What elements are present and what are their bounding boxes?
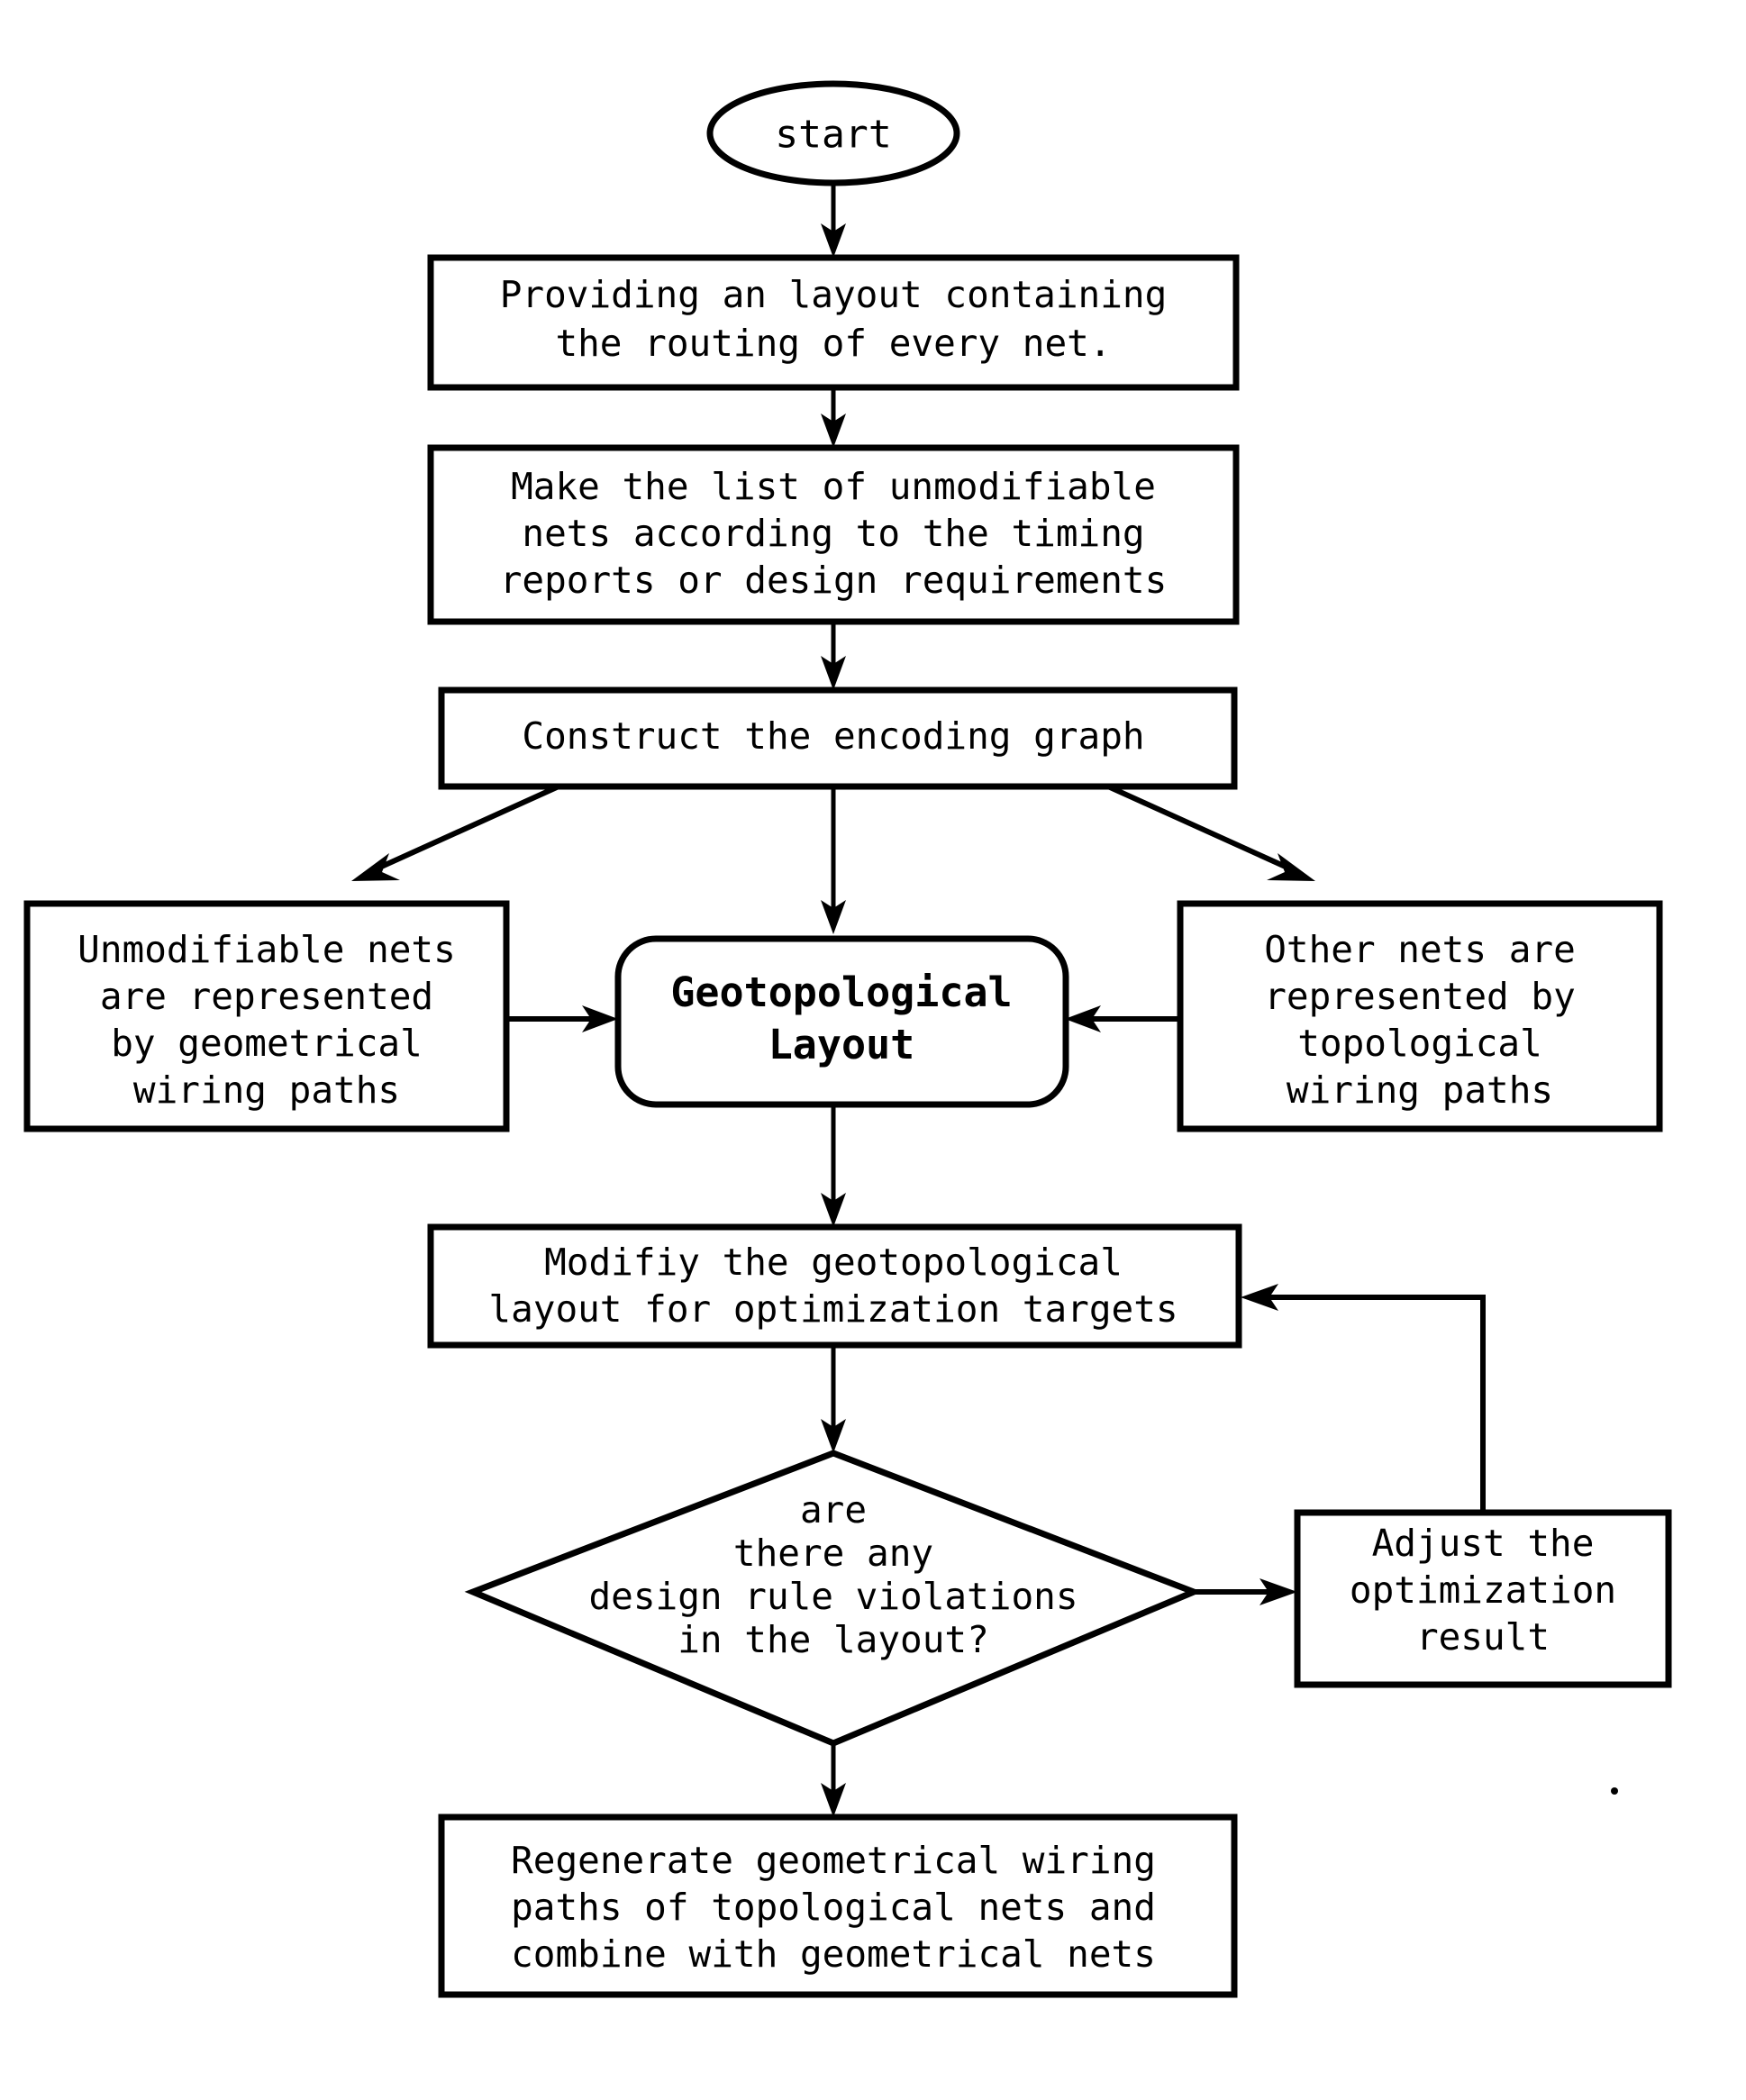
node-make-list-line-3: reports or design requirements [500, 559, 1168, 602]
node-construct-graph[interactable]: Construct the encoding graph [438, 686, 1238, 790]
node-geotopological-layout[interactable]: Geotopological Layout [614, 935, 1069, 1108]
edge-modify-to-decision [821, 1345, 846, 1453]
node-unmodifiable-nets-line-3: by geometrical [111, 1022, 423, 1065]
edge-construct-to-other [1106, 784, 1315, 881]
node-decision-drv-line-2: there any [733, 1532, 933, 1575]
node-regenerate-line-3: combine with geometrical nets [511, 1932, 1156, 1976]
node-unmodifiable-nets-line-1: Unmodifiable nets [77, 928, 456, 971]
node-geotopological-layout-line-2: Layout [768, 1021, 915, 1068]
edge-geotopological-to-modify [821, 1105, 846, 1227]
node-providing-layout[interactable]: Providing an layout containing the routi… [427, 254, 1240, 391]
node-make-list[interactable]: Make the list of unmodifiable nets accor… [427, 444, 1240, 625]
edge-decision-to-adjust [1194, 1578, 1297, 1605]
edge-construct-to-geotopological [821, 786, 846, 934]
node-construct-graph-label: Construct the encoding graph [522, 714, 1144, 758]
node-other-nets-line-3: topological [1297, 1022, 1542, 1065]
edge-providing-to-makelist [821, 387, 846, 448]
node-adjust-result-line-2: optimization [1350, 1568, 1616, 1612]
node-other-nets-line-2: represented by [1264, 975, 1576, 1018]
node-adjust-result-line-3: result [1416, 1615, 1550, 1659]
node-start-label: start [775, 113, 891, 158]
flowchart-svg: start Providing an layout containing the… [23, 80, 1672, 1998]
node-regenerate-line-1: Regenerate geometrical wiring [511, 1839, 1156, 1882]
node-other-nets-line-4: wiring paths [1287, 1068, 1553, 1112]
node-unmodifiable-nets[interactable]: Unmodifiable nets are represented by geo… [23, 900, 510, 1132]
node-adjust-result-line-1: Adjust the [1372, 1522, 1595, 1565]
node-modify-layout-line-2: layout for optimization targets [488, 1287, 1178, 1331]
node-make-list-line-2: nets according to the timing [522, 512, 1144, 555]
node-other-nets[interactable]: Other nets are represented by topologica… [1177, 900, 1663, 1132]
edge-other-to-geotopological [1065, 1005, 1180, 1032]
node-decision-drv-line-1: are [800, 1488, 867, 1532]
node-modify-layout[interactable]: Modifiy the geotopological layout for op… [427, 1223, 1242, 1349]
node-regenerate-line-2: paths of topological nets and [511, 1886, 1156, 1929]
node-unmodifiable-nets-line-4: wiring paths [133, 1068, 400, 1112]
stray-dot-mark [1611, 1787, 1618, 1795]
node-decision-drv[interactable]: are there any design rule violations in … [464, 1450, 1203, 1747]
edge-adjust-to-modify [1241, 1284, 1486, 1513]
edge-unmodifiable-to-geotopological [506, 1005, 618, 1032]
node-decision-drv-line-3: design rule violations [588, 1575, 1078, 1618]
edge-decision-to-regenerate [821, 1743, 846, 1817]
node-adjust-result[interactable]: Adjust the optimization result [1294, 1509, 1672, 1688]
edge-construct-to-unmodifiable [351, 784, 560, 881]
node-regenerate[interactable]: Regenerate geometrical wiring paths of t… [438, 1814, 1238, 1998]
node-modify-layout-line-1: Modifiy the geotopological [544, 1241, 1123, 1284]
node-providing-layout-line-2: the routing of every net. [555, 322, 1111, 365]
node-other-nets-line-1: Other nets are [1264, 928, 1576, 971]
edge-makelist-to-construct [821, 622, 846, 690]
node-unmodifiable-nets-line-2: are represented [100, 975, 433, 1018]
flowchart-canvas: start Providing an layout containing the… [0, 0, 1746, 2100]
node-decision-drv-line-4: in the layout? [677, 1618, 989, 1661]
node-providing-layout-line-1: Providing an layout containing [500, 273, 1168, 316]
node-start[interactable]: start [706, 80, 960, 186]
node-make-list-line-1: Make the list of unmodifiable [511, 465, 1156, 508]
node-geotopological-layout-line-1: Geotopological [670, 968, 1012, 1016]
